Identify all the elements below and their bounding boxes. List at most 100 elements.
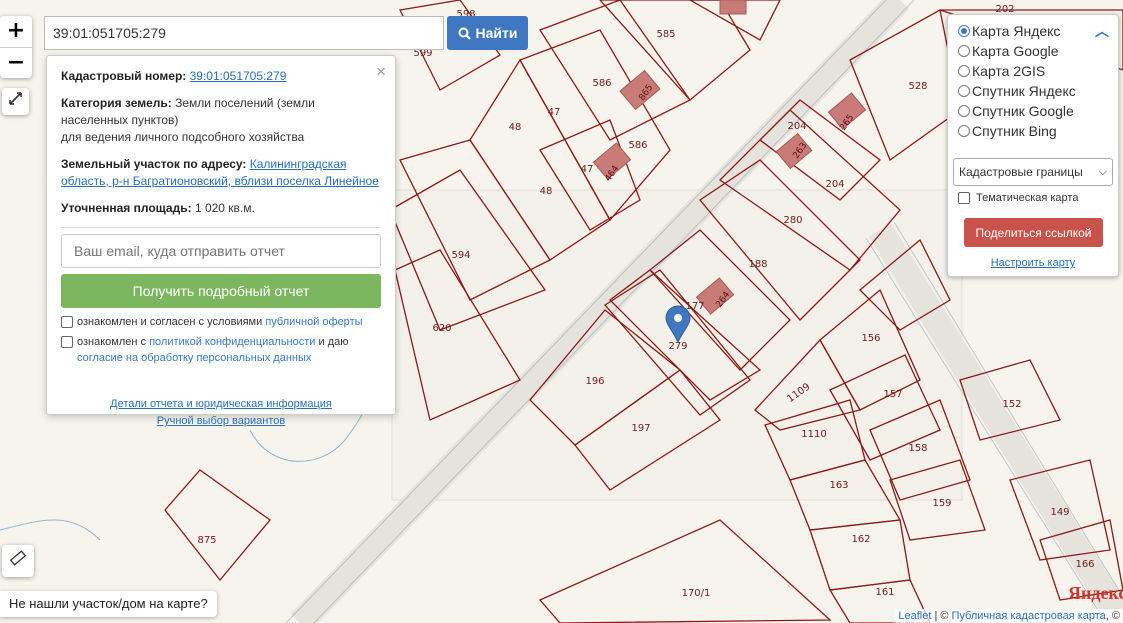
radio[interactable] bbox=[958, 85, 970, 97]
chevron-down-icon: ⌵ bbox=[1098, 166, 1107, 178]
parcel-label: 528 bbox=[908, 81, 927, 92]
parcel-label: 47 bbox=[548, 107, 561, 118]
privacy-link[interactable]: политикой конфиденциальности bbox=[149, 336, 315, 348]
details-link[interactable]: Детали отчета и юридическая информация bbox=[61, 396, 381, 413]
not-found-link[interactable]: Не нашли участок/дом на карте? bbox=[0, 591, 217, 617]
privacy-checkbox[interactable] bbox=[61, 336, 73, 348]
attribution-sep: | © bbox=[934, 610, 949, 622]
privacy-consent: ознакомлен с политикой конфиденциальност… bbox=[61, 334, 381, 366]
share-link-button[interactable]: Поделиться ссылкой bbox=[964, 218, 1103, 247]
radio-selected[interactable] bbox=[958, 25, 970, 37]
email-field[interactable] bbox=[61, 234, 381, 268]
parcel-label: 1110 bbox=[801, 429, 826, 440]
thematic-checkbox[interactable] bbox=[958, 192, 970, 204]
layer-option[interactable]: Спутник Google bbox=[958, 103, 1074, 119]
personal-data-link[interactable]: согласие на обработку персональных данны… bbox=[77, 352, 311, 364]
overlay-select-value: Кадастровые границы bbox=[959, 165, 1083, 179]
attribution: Leaflet | © Публичная кадастровая карта,… bbox=[895, 609, 1123, 623]
customize-map-link[interactable]: Настроить карту bbox=[948, 257, 1118, 269]
cadastral-number-link[interactable]: 39:01:051705:279 bbox=[190, 69, 287, 83]
parcel-label: 159 bbox=[932, 498, 951, 509]
parcel-label: 47 bbox=[581, 164, 594, 175]
layer-option-label: Спутник Google bbox=[972, 103, 1074, 119]
overlay-select[interactable]: Кадастровые границы ⌵ bbox=[953, 158, 1113, 186]
popup-links: Детали отчета и юридическая информация Р… bbox=[61, 396, 381, 430]
parcel-label: 162 bbox=[851, 534, 870, 545]
attribution-tail: , © bbox=[1105, 610, 1120, 622]
parcel-label: 166 bbox=[1075, 559, 1094, 570]
layer-option-label: Спутник Яндекс bbox=[972, 83, 1076, 99]
parcel-label: 280 bbox=[783, 215, 802, 226]
parcel-label: 48 bbox=[509, 122, 522, 133]
radio[interactable] bbox=[958, 45, 970, 57]
zoom-in-button[interactable]: + bbox=[0, 16, 32, 47]
area-value: 1 020 кв.м. bbox=[194, 201, 255, 215]
stream bbox=[0, 519, 101, 541]
radio[interactable] bbox=[958, 125, 970, 137]
search-input[interactable] bbox=[44, 16, 444, 50]
parcel-label: 156 bbox=[861, 333, 880, 344]
parcel-label: 204 bbox=[787, 121, 806, 132]
radio[interactable] bbox=[958, 65, 970, 77]
thematic-map-toggle[interactable]: Тематическая карта bbox=[958, 192, 1078, 204]
area-label: Уточненная площадь: bbox=[61, 201, 192, 215]
zoom-out-button[interactable]: − bbox=[0, 47, 32, 78]
fullscreen-icon bbox=[9, 92, 22, 105]
parcel-label: 177 bbox=[685, 301, 704, 312]
parcel-label: 170/1 bbox=[682, 588, 711, 599]
thematic-label: Тематическая карта bbox=[976, 192, 1079, 204]
parcel-label: 620 bbox=[432, 323, 451, 334]
get-report-button[interactable]: Получить подробный отчет bbox=[61, 274, 381, 308]
ruler-icon bbox=[9, 550, 27, 566]
offer-consent: ознакомлен и согласен с условиями публич… bbox=[61, 314, 381, 330]
category-use: для ведения личного подсобного хозяйства bbox=[61, 130, 305, 144]
cadastral-row: Кадастровый номер: 39:01:051705:279 bbox=[61, 68, 381, 85]
cadastral-label: Кадастровый номер: bbox=[61, 69, 187, 83]
offer-checkbox[interactable] bbox=[61, 316, 73, 328]
category-label: Категория земель: bbox=[61, 96, 172, 110]
close-icon[interactable]: × bbox=[376, 62, 386, 82]
category-row: Категория земель: Земли поселений (земли… bbox=[61, 95, 381, 146]
layer-option[interactable]: Спутник Bing bbox=[958, 123, 1057, 139]
divider bbox=[61, 227, 381, 228]
address-label: Земельный участок по адресу: bbox=[61, 157, 247, 171]
offer-link[interactable]: публичной оферты bbox=[265, 316, 362, 328]
manual-selection-link[interactable]: Ручной выбор вариантов bbox=[61, 413, 381, 430]
pkk-link[interactable]: Публичная кадастровая карта bbox=[952, 610, 1106, 622]
ruler-button[interactable] bbox=[2, 545, 34, 577]
yandex-logo: Яндекс bbox=[1068, 583, 1123, 603]
parcel-label: 163 bbox=[829, 480, 848, 491]
parcel-label: 149 bbox=[1050, 507, 1069, 518]
parcel-label: 157 bbox=[883, 389, 902, 400]
offer-consent-text: ознакомлен и согласен с условиями публич… bbox=[77, 316, 363, 328]
zoom-control: + − bbox=[0, 16, 32, 78]
parcel-label: 48 bbox=[540, 186, 553, 197]
parcel-label: 161 bbox=[875, 587, 894, 598]
layers-panel: ︿ Карта Яндекс Карта Google Карта 2GIS С… bbox=[947, 14, 1119, 277]
parcel-label: 158 bbox=[908, 443, 927, 454]
radio[interactable] bbox=[958, 105, 970, 117]
leaflet-link[interactable]: Leaflet bbox=[898, 610, 931, 622]
parcel-label: 152 bbox=[1002, 399, 1021, 410]
parcel-label: 196 bbox=[585, 376, 604, 387]
find-button[interactable]: Найти bbox=[447, 16, 528, 50]
address-row: Земельный участок по адресу: Калининград… bbox=[61, 156, 381, 190]
layer-option[interactable]: Карта Яндекс bbox=[958, 23, 1060, 39]
layer-option-label: Карта 2GIS bbox=[972, 63, 1046, 79]
parcel-info-popup: × Кадастровый номер: 39:01:051705:279 Ка… bbox=[46, 55, 396, 427]
find-button-label: Найти bbox=[475, 25, 518, 41]
parcel-label: 204 bbox=[825, 179, 844, 190]
area-row: Уточненная площадь: 1 020 кв.м. bbox=[61, 200, 381, 217]
layer-option-label: Карта Яндекс bbox=[972, 23, 1061, 39]
layer-option[interactable]: Карта 2GIS bbox=[958, 63, 1045, 79]
layer-option[interactable]: Карта Google bbox=[958, 43, 1059, 59]
layer-option-label: Карта Google bbox=[972, 43, 1059, 59]
parcel-label: 188 bbox=[748, 259, 767, 270]
parcel-label: 586 bbox=[628, 140, 647, 151]
chevron-up-icon[interactable]: ︿ bbox=[1095, 21, 1109, 41]
search-icon bbox=[458, 27, 471, 40]
fullscreen-button[interactable] bbox=[2, 88, 29, 115]
layer-option-label: Спутник Bing bbox=[972, 123, 1057, 139]
parcel-label: 594 bbox=[451, 250, 470, 261]
layer-option[interactable]: Спутник Яндекс bbox=[958, 83, 1076, 99]
